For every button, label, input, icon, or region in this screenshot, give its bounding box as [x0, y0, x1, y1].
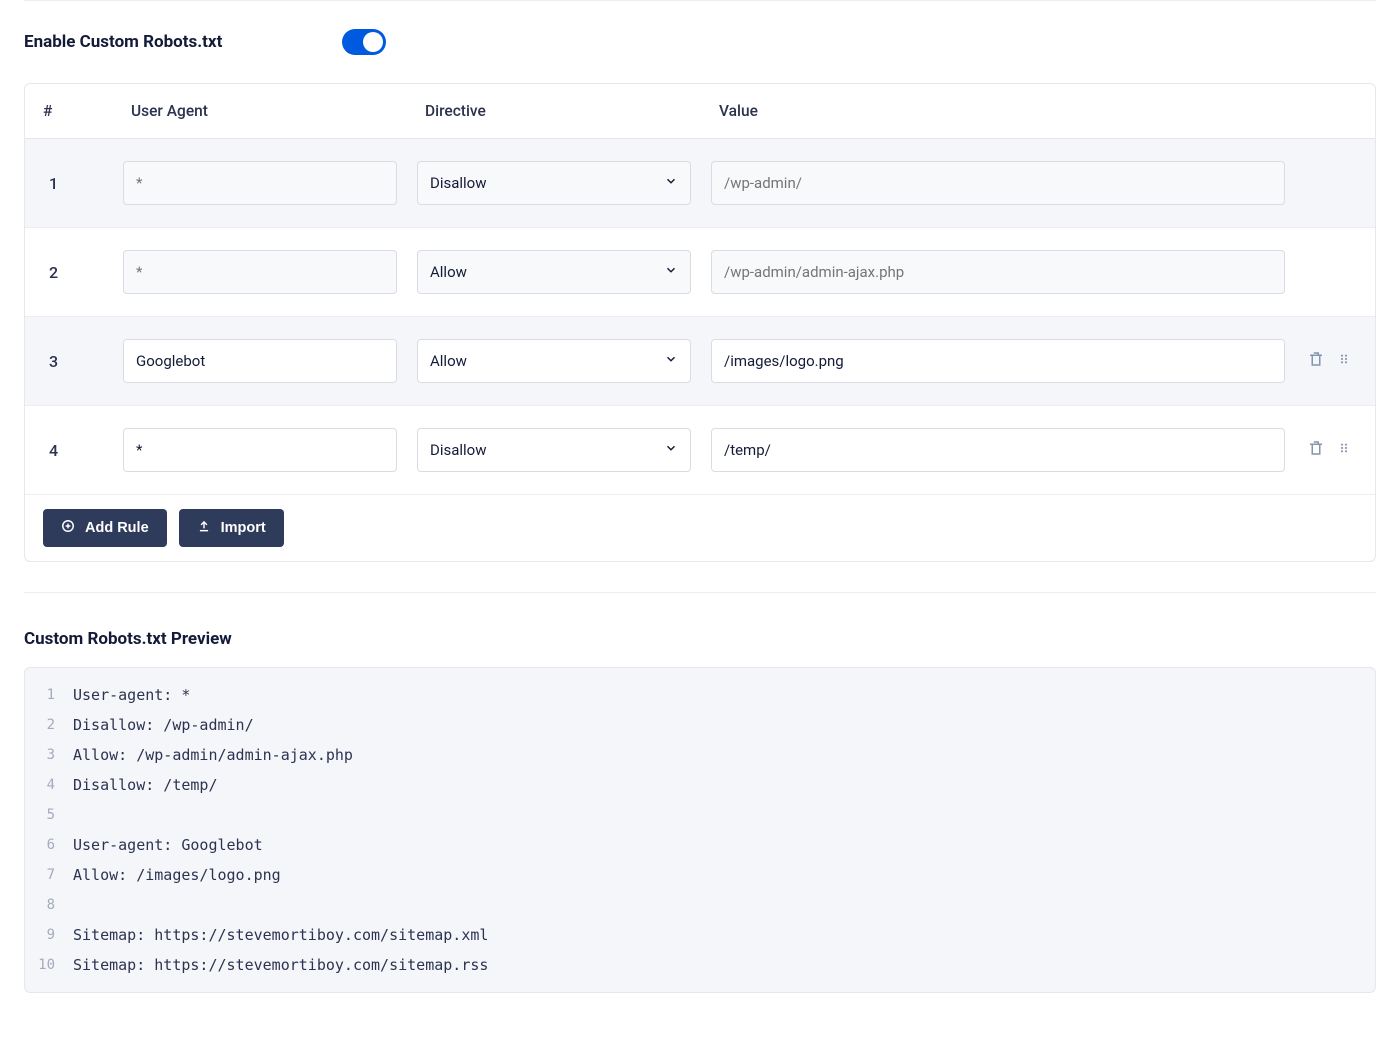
delete-button[interactable]: [1307, 441, 1325, 459]
drag-handle[interactable]: [1335, 352, 1353, 370]
preview-line: 3Allow: /wp-admin/admin-ajax.php: [25, 740, 1375, 770]
user-agent-input[interactable]: [123, 428, 397, 472]
directive-select[interactable]: Allow: [417, 250, 691, 294]
plus-circle-icon: [61, 519, 75, 537]
preview-line: 9Sitemap: https://stevemortiboy.com/site…: [25, 920, 1375, 950]
line-text: Allow: /images/logo.png: [73, 860, 281, 890]
directive-select[interactable]: Allow: [417, 339, 691, 383]
divider: [24, 0, 1376, 1]
enable-toggle[interactable]: [342, 29, 386, 55]
line-number: 7: [25, 860, 73, 890]
user-agent-input: [123, 161, 397, 205]
grip-icon: [1336, 351, 1352, 371]
preview-pane: 1User-agent: *2Disallow: /wp-admin/3Allo…: [24, 667, 1376, 993]
trash-icon: [1307, 350, 1325, 372]
line-text: Sitemap: https://stevemortiboy.com/sitem…: [73, 920, 488, 950]
enable-row: Enable Custom Robots.txt: [24, 29, 1376, 55]
chevron-down-icon: [664, 263, 678, 281]
preview-line: 10Sitemap: https://stevemortiboy.com/sit…: [25, 950, 1375, 980]
line-text: User-agent: *: [73, 680, 190, 710]
directive-select[interactable]: Disallow: [417, 428, 691, 472]
row-index: 1: [25, 174, 113, 193]
line-text: Sitemap: https://stevemortiboy.com/sitem…: [73, 950, 488, 980]
preview-line: 5: [25, 800, 1375, 830]
line-number: 5: [25, 800, 73, 830]
preview-line: 2Disallow: /wp-admin/: [25, 710, 1375, 740]
directive-value: Allow: [430, 263, 467, 281]
value-input[interactable]: [711, 339, 1285, 383]
line-text: Allow: /wp-admin/admin-ajax.php: [73, 740, 353, 770]
chevron-down-icon: [664, 352, 678, 370]
import-label: Import: [221, 520, 266, 536]
user-agent-input[interactable]: [123, 339, 397, 383]
value-input: [711, 250, 1285, 294]
rules-table: # User Agent Directive Value 1 Disallow 2 A…: [24, 83, 1376, 562]
row-index: 2: [25, 263, 113, 282]
drag-handle[interactable]: [1335, 441, 1353, 459]
import-button[interactable]: Import: [179, 509, 284, 547]
add-rule-label: Add Rule: [85, 520, 149, 536]
line-text: Disallow: /wp-admin/: [73, 710, 254, 740]
line-text: User-agent: Googlebot: [73, 830, 263, 860]
col-directive: Directive: [407, 102, 701, 120]
row-index: 3: [25, 352, 113, 371]
directive-value: Allow: [430, 352, 467, 370]
value-input: [711, 161, 1285, 205]
line-number: 10: [25, 950, 73, 980]
chevron-down-icon: [664, 174, 678, 192]
preview-line: 7Allow: /images/logo.png: [25, 860, 1375, 890]
line-number: 9: [25, 920, 73, 950]
trash-icon: [1307, 439, 1325, 461]
preview-line: 6User-agent: Googlebot: [25, 830, 1375, 860]
col-user-agent: User Agent: [113, 102, 407, 120]
user-agent-input: [123, 250, 397, 294]
chevron-down-icon: [664, 441, 678, 459]
table-row: 4 Disallow: [25, 406, 1375, 495]
directive-select[interactable]: Disallow: [417, 161, 691, 205]
enable-label: Enable Custom Robots.txt: [24, 32, 342, 52]
grip-icon: [1336, 440, 1352, 460]
table-row: 2 Allow: [25, 228, 1375, 317]
delete-button[interactable]: [1307, 352, 1325, 370]
preview-line: 1User-agent: *: [25, 680, 1375, 710]
preview-title: Custom Robots.txt Preview: [24, 629, 1376, 649]
col-index: #: [25, 102, 113, 120]
row-index: 4: [25, 441, 113, 460]
table-row: 1 Disallow: [25, 139, 1375, 228]
directive-value: Disallow: [430, 174, 487, 192]
col-value: Value: [701, 102, 1295, 120]
line-text: Disallow: /temp/: [73, 770, 218, 800]
line-number: 1: [25, 680, 73, 710]
directive-value: Disallow: [430, 441, 487, 459]
line-number: 4: [25, 770, 73, 800]
line-number: 8: [25, 890, 73, 920]
add-rule-button[interactable]: Add Rule: [43, 509, 167, 547]
rules-header-row: # User Agent Directive Value: [25, 84, 1375, 139]
preview-line: 8: [25, 890, 1375, 920]
divider: [24, 592, 1376, 593]
preview-line: 4Disallow: /temp/: [25, 770, 1375, 800]
line-number: 6: [25, 830, 73, 860]
rules-footer: Add Rule Import: [25, 495, 1375, 561]
line-number: 3: [25, 740, 73, 770]
upload-icon: [197, 519, 211, 537]
value-input[interactable]: [711, 428, 1285, 472]
line-number: 2: [25, 710, 73, 740]
table-row: 3 Allow: [25, 317, 1375, 406]
